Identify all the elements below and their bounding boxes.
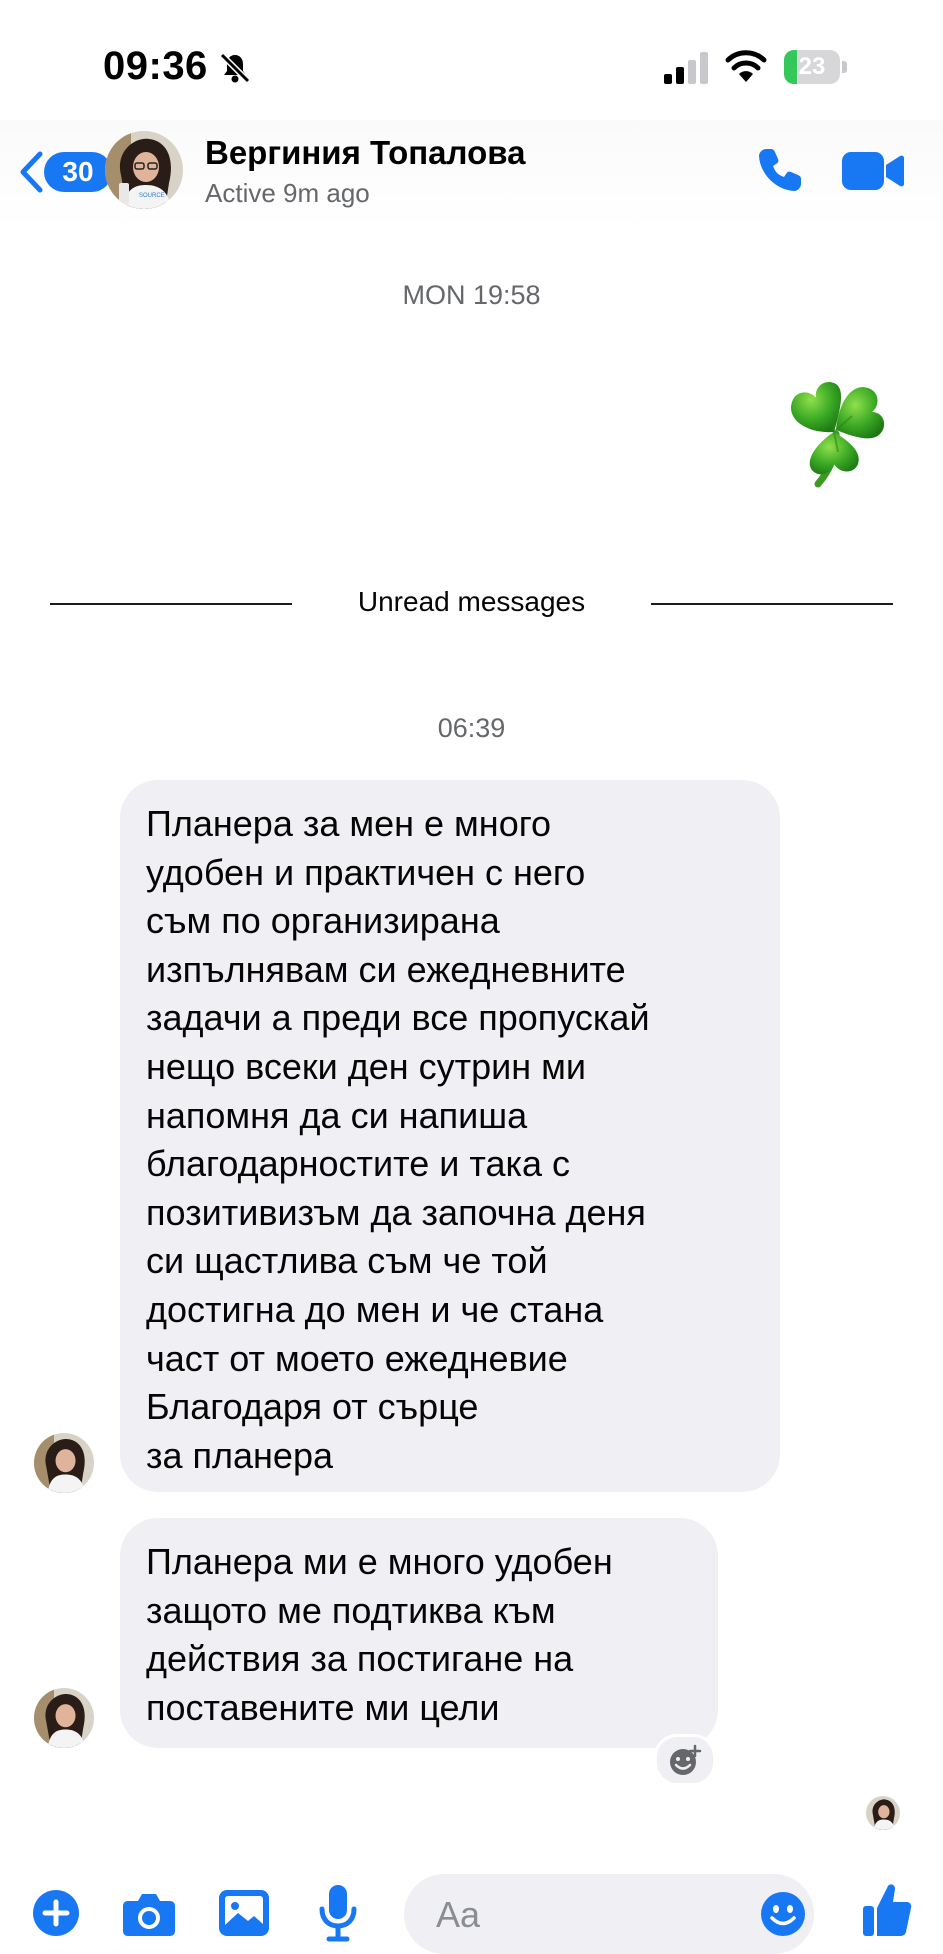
chat-timestamp: MON 19:58 xyxy=(402,280,541,310)
sender-avatar[interactable] xyxy=(34,1688,94,1748)
seen-receipt-avatar xyxy=(866,1796,900,1830)
svg-text:SOURCE: SOURCE xyxy=(139,193,165,199)
unread-messages-label: Unread messages xyxy=(357,586,586,617)
message-text: Планера ми е много удобен защото ме подт… xyxy=(146,1541,613,1728)
video-camera-icon[interactable] xyxy=(842,150,904,192)
message-text: Планера за мен е много удобен и практиче… xyxy=(146,803,650,1476)
back-chevron-icon xyxy=(20,151,43,193)
contact-active-status: Active 9m ago xyxy=(205,178,370,208)
shamrock-sticker[interactable] xyxy=(778,372,888,488)
message-input-placeholder: Aa xyxy=(436,1894,481,1935)
battery-charging-icon: 23 xyxy=(784,50,848,84)
contact-name[interactable]: Вергиния Топалова xyxy=(205,134,525,172)
back-button[interactable]: 30 xyxy=(18,148,112,196)
status-time: 09:36 xyxy=(103,44,208,88)
gallery-icon[interactable] xyxy=(218,1889,270,1937)
battery-level: 23 xyxy=(798,53,826,80)
camera-icon[interactable] xyxy=(122,1891,176,1937)
add-reaction-button[interactable] xyxy=(654,1734,716,1786)
bell-slash-icon xyxy=(219,52,251,84)
plus-icon[interactable] xyxy=(32,1889,80,1937)
status-bar: 09:36 23 xyxy=(0,0,943,130)
emoji-icon[interactable] xyxy=(760,1891,806,1937)
chat-timestamp: 06:39 xyxy=(437,713,506,743)
message-input[interactable]: Aa xyxy=(404,1874,814,1954)
microphone-icon[interactable] xyxy=(318,1884,358,1942)
thumbs-up-icon[interactable] xyxy=(862,1882,912,1938)
sender-avatar[interactable] xyxy=(34,1433,94,1493)
message-bubble[interactable]: Планера за мен е много удобен и практиче… xyxy=(120,780,780,1492)
add-reaction-icon xyxy=(670,1744,702,1775)
contact-avatar[interactable]: SOURCE xyxy=(105,131,183,209)
phone-icon[interactable] xyxy=(756,146,804,194)
wifi-icon xyxy=(725,50,767,82)
cellular-signal-icon xyxy=(664,52,708,84)
unread-count-badge: 30 xyxy=(44,152,112,192)
message-bubble[interactable]: Планера ми е много удобен защото ме подт… xyxy=(120,1518,718,1748)
unread-messages-divider: Unread messages xyxy=(50,582,893,626)
